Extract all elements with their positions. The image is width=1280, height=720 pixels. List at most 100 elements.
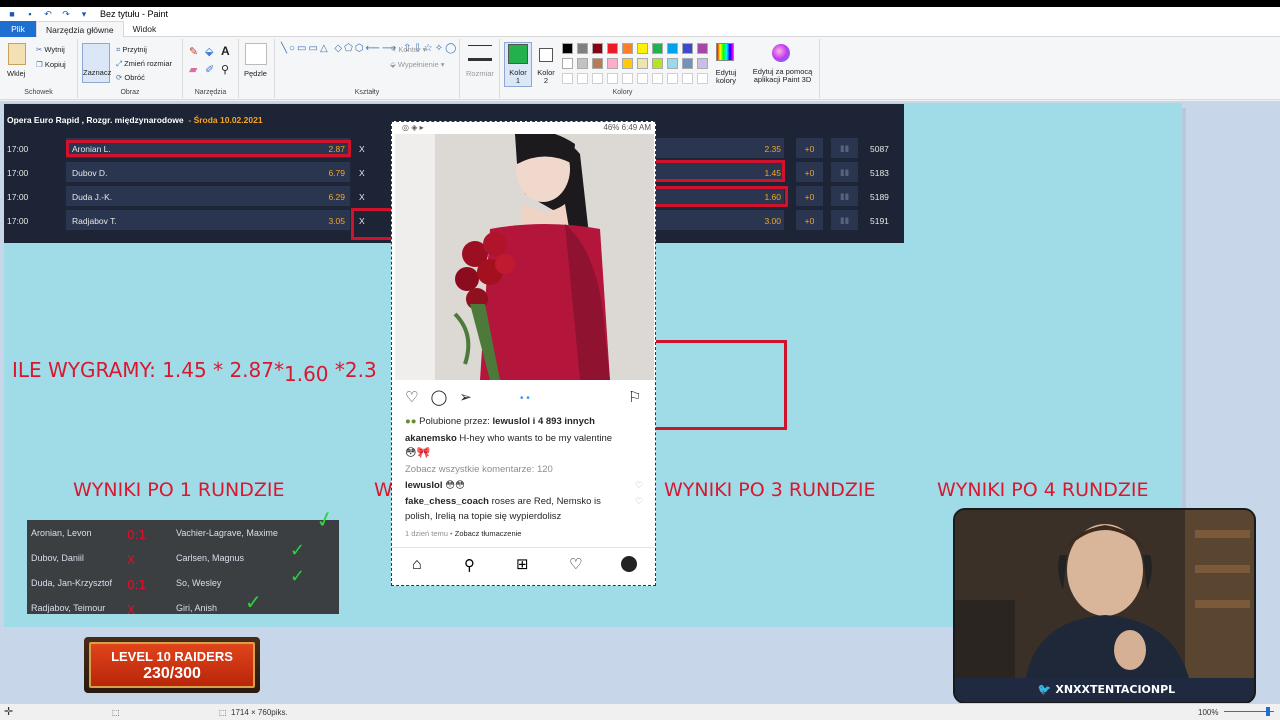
comment-icon[interactable]: ◯ [430,389,459,406]
tab-home[interactable]: Narzędzia główne [36,21,124,37]
eraser-icon[interactable]: ▰ [189,63,197,76]
more-markets-button[interactable]: +0 [796,186,823,206]
size-lines-icon[interactable] [468,45,492,61]
select-button[interactable] [82,43,110,83]
instagram-post-screenshot[interactable]: ◎ ◈ ▸ 46% 6:49 AM ♡◯➢ • • ⚐ ●● Polubione… [391,121,656,586]
resize-button[interactable]: ⤢ Zmień rozmiar [116,59,172,69]
palette-swatch[interactable] [562,43,573,54]
color2-label[interactable]: Kolor 2 [536,69,556,85]
bookmark-icon[interactable]: ⚐ [628,388,641,406]
custom-color-slot[interactable] [607,73,618,84]
text-icon[interactable]: A [221,44,230,58]
black-player: So, Wesley [176,578,222,588]
tab-view[interactable]: Widok [124,21,166,37]
color-picker-icon[interactable]: ✐ [205,63,214,76]
stats-icon[interactable]: ▮▮ [831,210,858,230]
pencil-icon[interactable]: ✎ [189,45,198,58]
draw-odd[interactable]: X [359,168,365,178]
paste-icon[interactable] [8,43,26,65]
palette-swatch[interactable] [667,58,678,69]
custom-color-slot[interactable] [682,73,693,84]
custom-color-slot[interactable] [592,73,603,84]
share-icon[interactable]: ➢ [459,389,484,406]
fill-icon[interactable]: ⬙ [205,45,213,58]
view-all-comments-link[interactable]: Zobacz wszystkie komentarze: 120 [405,464,553,475]
undo-icon[interactable]: ↶ [42,9,54,19]
comment-like-icon-1[interactable]: ♡ [635,480,643,491]
opponent-odds-button[interactable]: 3.00 [654,210,784,230]
copy-button[interactable]: ❐ Kopiuj [36,60,66,69]
palette-swatch[interactable] [562,58,573,69]
custom-color-slot[interactable] [577,73,588,84]
cut-button[interactable]: ✂ Wytnij [36,45,65,54]
crop-button[interactable]: ⌗ Przytnij [116,45,147,55]
comment-like-icon-2[interactable]: ♡ [635,496,643,507]
palette-swatch[interactable] [697,58,708,69]
heart-icon[interactable]: ♡ [405,389,430,406]
draw-odd[interactable]: X [359,144,365,154]
palette-swatch[interactable] [577,43,588,54]
custom-color-slot[interactable] [697,73,708,84]
palette-swatch[interactable] [652,43,663,54]
zoom-slider-thumb[interactable] [1266,707,1270,716]
tab-file[interactable]: Plik [0,21,36,37]
profile-avatar[interactable] [621,556,637,572]
edit-colors-icon[interactable] [716,43,734,61]
brush-icon[interactable] [245,43,267,65]
paste-button[interactable]: Wklej [7,69,25,78]
activity-heart-icon[interactable]: ♡ [569,555,582,573]
player-odds-button[interactable]: Duda J.-K. 6.29 [66,186,350,206]
palette-swatch[interactable] [697,43,708,54]
paint3d-button[interactable]: Edytuj za pomocą aplikacji Paint 3D [747,68,818,84]
shapes-gallery-icon[interactable]: ╲○▭▭△ ◇⬠⬡⟵⟶ ⇧⇩☆✧◯ [281,43,458,54]
stats-icon[interactable]: ▮▮ [831,186,858,206]
size-group: Rozmiar [460,39,500,98]
custom-color-slot[interactable] [667,73,678,84]
paint-app-icon[interactable]: ■ [6,9,18,19]
search-icon[interactable]: ⚲ [464,556,475,574]
edit-colors-button[interactable]: Edytuj kolory [712,69,740,85]
round2-heading: W [374,479,393,501]
palette-swatch[interactable] [607,58,618,69]
rotate-button[interactable]: ⟳ Obróć [116,73,145,82]
outline-dropdown[interactable]: ✎ Kontur ▾ [390,45,426,54]
custom-color-slot[interactable] [622,73,633,84]
more-markets-button[interactable]: +0 [796,138,823,158]
more-markets-button[interactable]: +0 [796,162,823,182]
see-translation-link[interactable]: Zobacz tłumaczenie [455,529,522,538]
player-odds-button[interactable]: Dubov D. 6.79 [66,162,350,182]
size-button[interactable]: Rozmiar [466,69,494,78]
opponent-odds-button[interactable]: 2.35 [654,138,784,158]
custom-color-slot[interactable] [652,73,663,84]
palette-swatch[interactable] [622,58,633,69]
brushes-button[interactable]: Pędzle [244,69,267,78]
save-icon[interactable]: ▪ [24,9,36,19]
custom-color-slot[interactable] [562,73,573,84]
more-markets-button[interactable]: +0 [796,210,823,230]
custom-color-slot[interactable] [637,73,648,84]
color2-swatch[interactable] [539,48,553,62]
palette-swatch[interactable] [607,43,618,54]
palette-swatch[interactable] [667,43,678,54]
palette-swatch[interactable] [577,58,588,69]
palette-swatch[interactable] [592,43,603,54]
palette-swatch[interactable] [682,58,693,69]
palette-swatch[interactable] [652,58,663,69]
stats-icon[interactable]: ▮▮ [831,138,858,158]
redo-icon[interactable]: ↷ [60,9,72,19]
magnifier-icon[interactable]: ⚲ [221,63,229,76]
palette-swatch[interactable] [622,43,633,54]
draw-odd[interactable]: X [359,192,365,202]
stats-icon[interactable]: ▮▮ [831,162,858,182]
zoom-slider[interactable] [1224,707,1274,716]
new-post-icon[interactable]: ⊞ [516,555,529,573]
palette-swatch[interactable] [637,58,648,69]
home-icon[interactable]: ⌂ [412,556,422,574]
player-odds-button[interactable]: Radjabov T. 3.05 [66,210,350,230]
palette-swatch[interactable] [637,43,648,54]
quick-access-dropdown-icon[interactable]: ▾ [78,9,90,19]
fill-dropdown[interactable]: ⬙ Wypełnienie ▾ [390,60,445,69]
paint3d-icon[interactable] [772,44,790,62]
palette-swatch[interactable] [592,58,603,69]
palette-swatch[interactable] [682,43,693,54]
